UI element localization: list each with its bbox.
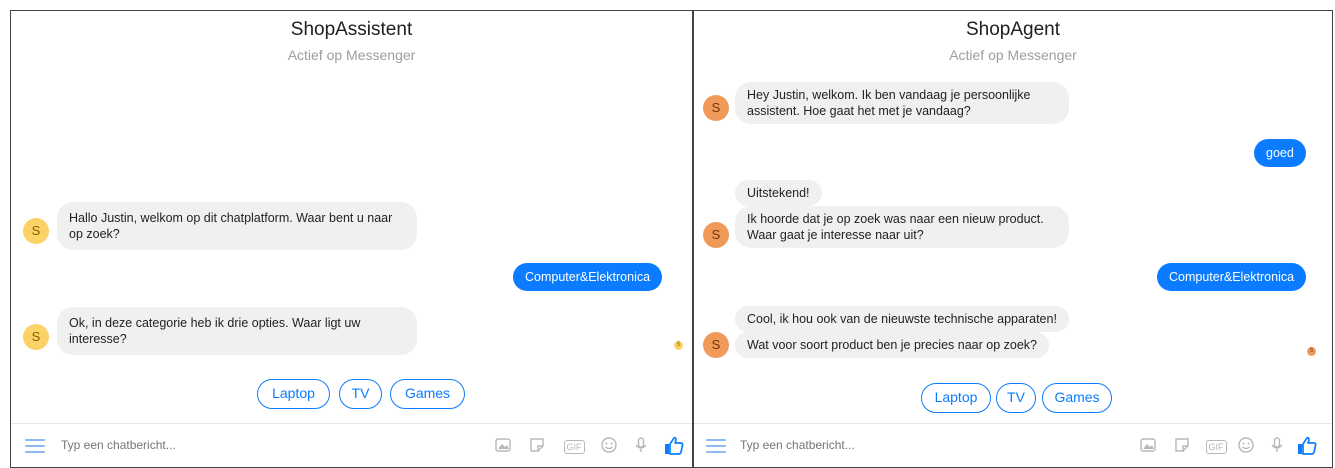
read-receipt-avatar: S (674, 341, 683, 350)
message-incoming: Ok, in deze categorie heb ik drie opties… (57, 307, 417, 355)
image-icon[interactable] (1138, 436, 1158, 456)
message-outgoing: Computer&Elektronica (1157, 263, 1307, 291)
menu-icon[interactable] (706, 439, 726, 453)
message-incoming: Uitstekend! (735, 180, 822, 206)
quick-reply-tv[interactable]: TV (996, 383, 1036, 413)
thumbs-up-icon[interactable] (1296, 435, 1318, 457)
chat-title: ShopAssistent (290, 19, 413, 40)
chat-status: Actief op Messenger (287, 47, 416, 63)
microphone-icon[interactable] (1267, 436, 1287, 456)
message-outgoing: goed (1254, 139, 1306, 167)
bot-avatar: S (703, 95, 729, 121)
read-receipt-avatar: S (1307, 347, 1316, 356)
bot-avatar: S (23, 324, 49, 350)
message-input[interactable] (740, 438, 1040, 452)
quick-reply-games[interactable]: Games (1042, 383, 1112, 413)
message-composer: GIF (694, 423, 1332, 467)
bot-avatar: S (703, 222, 729, 248)
gif-icon[interactable]: GIF (1203, 436, 1229, 456)
message-input[interactable] (61, 438, 361, 452)
microphone-icon[interactable] (631, 436, 651, 456)
gif-icon[interactable]: GIF (561, 436, 587, 456)
chat-window-shopassistent: ShopAssistent Actief op Messenger S Hall… (10, 10, 693, 468)
message-composer: GIF (11, 423, 692, 467)
menu-icon[interactable] (25, 439, 45, 453)
sticker-icon[interactable] (527, 436, 547, 456)
message-incoming: Hallo Justin, welkom op dit chatplatform… (57, 202, 417, 250)
message-incoming: Hey Justin, welkom. Ik ben vandaag je pe… (735, 82, 1069, 124)
image-icon[interactable] (493, 436, 513, 456)
quick-reply-games[interactable]: Games (390, 379, 465, 409)
quick-reply-laptop[interactable]: Laptop (257, 379, 330, 409)
quick-reply-tv[interactable]: TV (339, 379, 382, 409)
emoji-icon[interactable] (1236, 436, 1256, 456)
message-incoming: Wat voor soort product ben je precies na… (735, 332, 1049, 358)
bot-avatar: S (703, 332, 729, 358)
emoji-icon[interactable] (599, 436, 619, 456)
chat-window-shopagent: ShopAgent Actief op Messenger S Hey Just… (693, 10, 1333, 468)
message-outgoing: Computer&Elektronica (513, 263, 663, 291)
thumbs-up-icon[interactable] (663, 435, 685, 457)
chat-title: ShopAgent (965, 19, 1061, 40)
message-incoming: Ik hoorde dat je op zoek was naar een ni… (735, 206, 1069, 248)
message-incoming: Cool, ik hou ook van de nieuwste technis… (735, 306, 1069, 332)
sticker-icon[interactable] (1172, 436, 1192, 456)
chat-status: Actief op Messenger (949, 47, 1077, 63)
quick-reply-laptop[interactable]: Laptop (921, 383, 991, 413)
bot-avatar: S (23, 218, 49, 244)
